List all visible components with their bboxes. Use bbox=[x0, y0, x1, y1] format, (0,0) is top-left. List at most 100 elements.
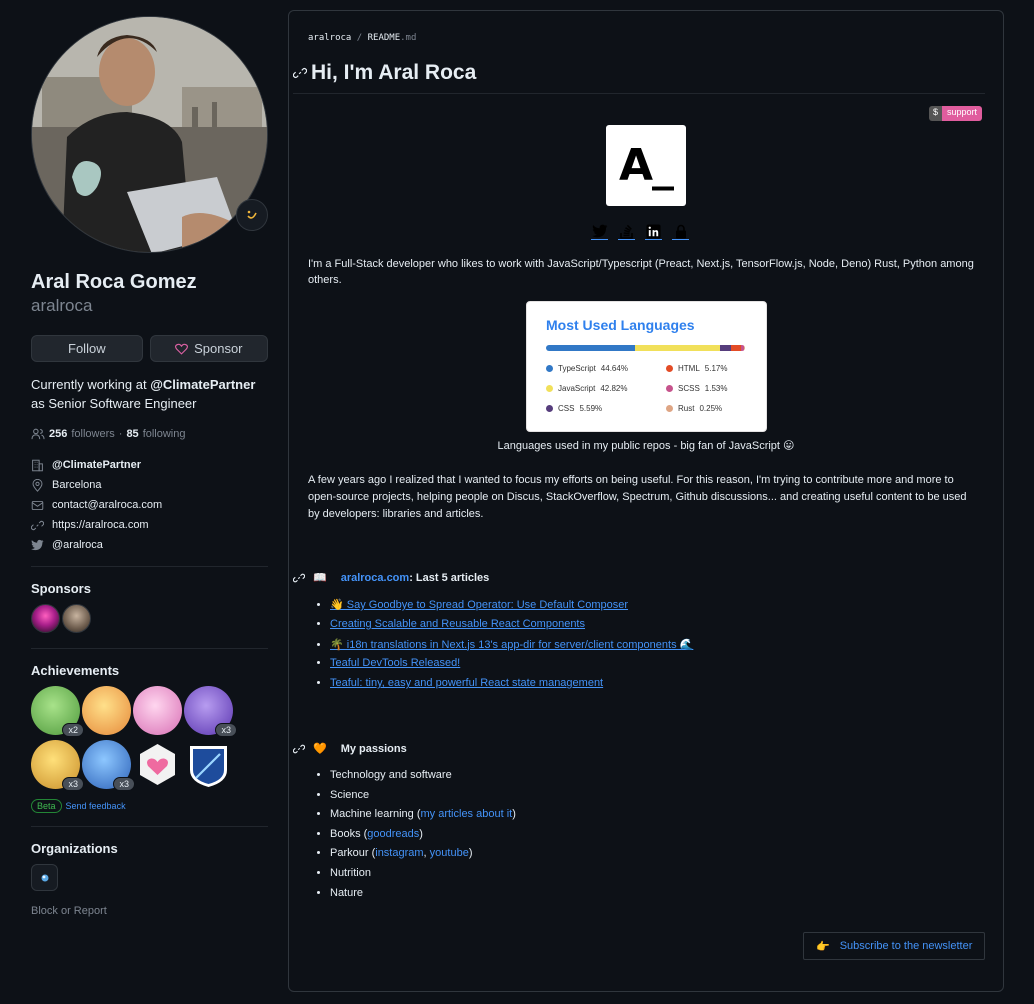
organization-avatar[interactable] bbox=[31, 864, 58, 891]
subscribe-newsletter-button[interactable]: 👉 Subscribe to the newsletter bbox=[803, 932, 985, 960]
twitter-icon bbox=[31, 539, 44, 551]
article-item: 👋 Say Goodbye to Spread Operator: Use De… bbox=[330, 598, 693, 618]
languages-progress-bar bbox=[546, 345, 745, 351]
bio-prefix: Currently working at bbox=[31, 377, 151, 392]
profile-username: aralroca bbox=[31, 296, 93, 315]
detail-email: contact@aralroca.com bbox=[31, 495, 268, 515]
achievement-pair-extraordinaire[interactable]: x2 bbox=[31, 686, 84, 737]
organization-logo-icon bbox=[41, 874, 48, 881]
achievement-count-badge: x3 bbox=[62, 777, 84, 791]
language-name: SCSS bbox=[678, 384, 700, 393]
article-item: Teaful: tiny, easy and powerful React st… bbox=[330, 677, 693, 697]
article-link[interactable]: 👋 Say Goodbye to Spread Operator: Use De… bbox=[330, 599, 628, 611]
article-item: Teaful DevTools Released! bbox=[330, 657, 693, 677]
sponsor-button[interactable]: Sponsor bbox=[149, 335, 268, 362]
following-count[interactable]: 85 bbox=[126, 428, 138, 440]
achievement-starstruck[interactable]: x3 bbox=[184, 686, 237, 737]
detail-email-text[interactable]: contact@aralroca.com bbox=[52, 499, 162, 511]
achievement-pull-shark-2[interactable]: x3 bbox=[31, 740, 84, 791]
follow-button[interactable]: Follow bbox=[31, 335, 143, 362]
sponsors-title: Sponsors bbox=[31, 581, 91, 596]
achievements-title: Achievements bbox=[31, 663, 120, 678]
achievement-pull-shark[interactable]: x3 bbox=[82, 740, 135, 791]
profile-details: @ClimatePartner Barcelona contact@aralro… bbox=[31, 455, 268, 555]
passion-link[interactable]: instagram bbox=[375, 847, 423, 859]
articles-heading: 📖 aralroca.com: Last 5 articles bbox=[293, 571, 489, 584]
mail-icon bbox=[31, 500, 44, 510]
language-item: JavaScript 42.82% bbox=[546, 384, 666, 393]
detail-twitter: @aralroca bbox=[31, 535, 268, 555]
readme-paragraph: A few years ago I realized that I wanted… bbox=[308, 474, 967, 520]
achievement-public-sponsor[interactable] bbox=[133, 740, 182, 789]
article-item: Creating Scalable and Reusable React Com… bbox=[330, 618, 693, 638]
social-lock-icon[interactable] bbox=[672, 223, 689, 240]
achievement-yolo[interactable] bbox=[133, 686, 182, 735]
crumb-separator: / bbox=[356, 33, 363, 43]
article-link[interactable]: Teaful DevTools Released! bbox=[330, 657, 460, 669]
detail-twitter-text[interactable]: @aralroca bbox=[52, 539, 103, 551]
profile-actions: Follow Sponsor bbox=[31, 335, 268, 362]
avatar[interactable] bbox=[31, 16, 268, 253]
achievement-quickdraw[interactable] bbox=[82, 686, 131, 735]
anchor-link-icon[interactable] bbox=[293, 66, 307, 80]
passion-link[interactable]: youtube bbox=[430, 847, 469, 859]
bio-company-link[interactable]: @ClimatePartner bbox=[150, 377, 255, 392]
status-emoji[interactable] bbox=[236, 199, 268, 231]
article-link[interactable]: Teaful: tiny, easy and powerful React st… bbox=[330, 677, 603, 689]
readme-breadcrumb: aralroca / README.md bbox=[308, 33, 416, 43]
language-name: JavaScript bbox=[558, 384, 596, 393]
followers-count[interactable]: 256 bbox=[49, 428, 67, 440]
followers-label: followers bbox=[71, 428, 115, 440]
profile-fullname: Aral Roca Gomez bbox=[31, 271, 197, 293]
crumb-user[interactable]: aralroca bbox=[308, 33, 351, 43]
article-link[interactable]: Creating Scalable and Reusable React Com… bbox=[330, 618, 585, 630]
passion-link[interactable]: goodreads bbox=[367, 828, 419, 840]
block-or-report-link[interactable]: Block or Report bbox=[31, 905, 268, 917]
languages-card-title: Most Used Languages bbox=[546, 317, 695, 333]
article-link[interactable]: 🌴 i18n translations in Next.js 13's app-… bbox=[330, 639, 693, 651]
language-dot bbox=[546, 365, 553, 372]
detail-company-text[interactable]: @ClimatePartner bbox=[52, 459, 141, 471]
crumb-file[interactable]: README bbox=[368, 33, 401, 43]
social-linkedin-icon[interactable] bbox=[645, 223, 662, 240]
separator-dot: · bbox=[118, 428, 123, 440]
heart-icon bbox=[175, 343, 189, 355]
social-stackoverflow-icon[interactable] bbox=[618, 223, 635, 240]
most-used-languages-card[interactable]: Most Used Languages TypeScript 44.64% HTM… bbox=[526, 301, 767, 432]
readme-heading: Hi, I'm Aral Roca bbox=[293, 61, 985, 94]
language-percent: 0.25% bbox=[699, 404, 723, 413]
language-bar-segment bbox=[731, 345, 742, 351]
achievements-beta-row: Beta Send feedback bbox=[31, 799, 268, 813]
sponsor-avatar[interactable] bbox=[62, 604, 91, 633]
detail-website-text[interactable]: https://aralroca.com bbox=[52, 519, 149, 531]
sponsor-avatar[interactable] bbox=[31, 604, 60, 633]
social-twitter-icon[interactable] bbox=[591, 223, 608, 240]
arctic-vault-icon bbox=[190, 746, 227, 787]
language-dot bbox=[666, 385, 673, 392]
crumb-extension: .md bbox=[400, 33, 417, 43]
detail-company: @ClimatePartner bbox=[31, 455, 268, 475]
passion-text: ) bbox=[419, 827, 423, 840]
building-icon bbox=[32, 459, 43, 471]
social-links bbox=[591, 223, 689, 240]
language-dot bbox=[666, 405, 673, 412]
language-percent: 5.17% bbox=[704, 364, 728, 373]
anchor-link-icon[interactable] bbox=[293, 743, 305, 755]
language-percent: 42.82% bbox=[600, 384, 628, 393]
passion-link[interactable]: my articles about it bbox=[421, 808, 513, 820]
following-label: following bbox=[142, 428, 186, 440]
articles-site-link[interactable]: aralroca.com bbox=[341, 572, 409, 584]
achievement-count-badge: x3 bbox=[215, 723, 237, 737]
detail-location: Barcelona bbox=[31, 475, 268, 495]
divider bbox=[31, 826, 268, 827]
language-bar-segment bbox=[720, 345, 732, 351]
anchor-link-icon[interactable] bbox=[293, 572, 305, 584]
achievement-arctic-code-vault[interactable] bbox=[184, 740, 233, 789]
pointing-hand-icon: 👉 bbox=[816, 940, 830, 953]
support-badge[interactable]: $ support bbox=[929, 106, 983, 121]
passion-item: Parkour (instagram, youtube) bbox=[330, 847, 516, 867]
send-feedback-link[interactable]: Send feedback bbox=[66, 801, 126, 811]
language-dot bbox=[546, 385, 553, 392]
detail-website: https://aralroca.com bbox=[31, 515, 268, 535]
passion-text: ) bbox=[512, 808, 516, 821]
